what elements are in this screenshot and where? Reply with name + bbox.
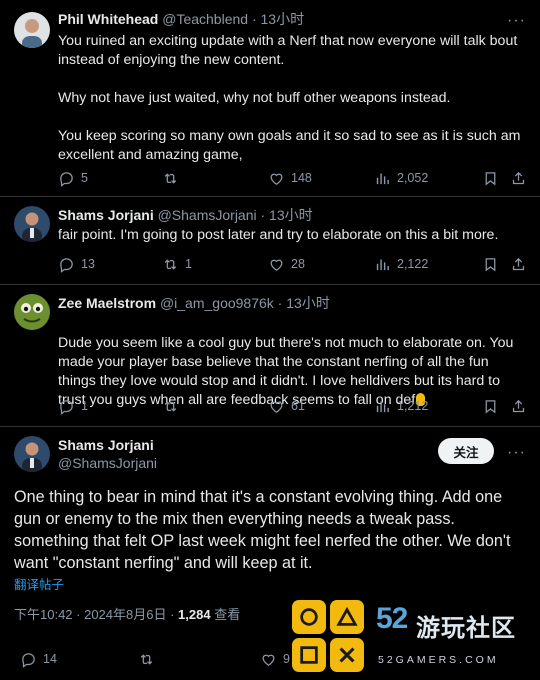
repost-button[interactable]: 1 — [162, 254, 192, 274]
like-button[interactable]: 148 — [268, 168, 312, 188]
more-icon[interactable]: ··· — [507, 13, 526, 29]
avatar[interactable] — [14, 206, 50, 242]
like-count: 9 — [283, 652, 290, 666]
views-label: 查看 — [210, 607, 241, 622]
action-bar: 5 148 2,052 — [58, 168, 528, 188]
reply-count: 5 — [81, 171, 88, 185]
action-bar: 1 61 1,212 — [58, 396, 528, 416]
watermark-cross-icon — [330, 638, 364, 672]
author-name[interactable]: Zee Maelstrom — [58, 295, 156, 311]
bookmark-icon — [485, 171, 496, 185]
avatar[interactable] — [14, 294, 50, 330]
share-icon — [512, 257, 525, 270]
views-button[interactable]: 2,052 — [374, 168, 428, 188]
author-handle-time[interactable]: @ShamsJorjani · 13小时 — [158, 207, 313, 223]
main-action-bar: 14 9 — [14, 649, 314, 669]
reply-button[interactable]: 13 — [58, 254, 95, 274]
repost-button[interactable] — [138, 649, 155, 669]
like-count: 148 — [291, 171, 312, 185]
tweet-text: You ruined an exciting update with a Ner… — [58, 33, 521, 163]
reply-icon — [60, 171, 73, 187]
share-icon — [512, 171, 525, 184]
repost-icon — [140, 653, 153, 665]
bookmark-icon — [485, 257, 496, 271]
main-tweet-text: One thing to bear in mind that it's a co… — [14, 488, 511, 572]
more-icon[interactable]: ··· — [507, 445, 526, 461]
views-icon — [376, 173, 389, 184]
like-button[interactable]: 28 — [268, 254, 305, 274]
share-button[interactable] — [510, 254, 527, 274]
share-button[interactable] — [510, 396, 527, 416]
watermark-square-icon — [292, 638, 326, 672]
reply-count: 13 — [81, 257, 95, 271]
main-author-handle[interactable]: @ShamsJorjani — [58, 454, 157, 472]
timestamp-line: 下午10:42 · 2024年8月6日 · 1,284 查看 — [14, 604, 240, 623]
like-button[interactable]: 9 — [260, 649, 290, 669]
tweet-text: fair point. I'm going to post later and … — [58, 227, 499, 243]
watermark-chinese: 游玩社区 — [416, 615, 516, 642]
views-count: 2,052 — [397, 171, 429, 185]
avatar[interactable] — [14, 12, 50, 48]
like-icon — [270, 401, 283, 413]
reply-icon — [22, 652, 35, 668]
reply-button[interactable]: 1 — [58, 396, 88, 416]
views-button[interactable]: 2,122 — [374, 254, 428, 274]
like-icon — [270, 259, 283, 271]
reply-icon — [60, 399, 73, 415]
bookmark-icon — [485, 399, 496, 413]
repost-count: 1 — [185, 257, 192, 271]
action-bar: 13 1 28 2,122 — [58, 254, 528, 274]
views-icon — [376, 401, 389, 412]
main-avatar[interactable] — [14, 436, 50, 472]
views-count: 1,212 — [397, 399, 429, 413]
author-handle-time[interactable]: @i_am_goo9876k · 13小时 — [160, 295, 330, 311]
reply-count: 1 — [81, 399, 88, 413]
author-handle-time[interactable]: @Teachblend · 13小时 — [162, 11, 304, 27]
author-name[interactable]: Shams Jorjani — [58, 207, 154, 223]
repost-icon — [164, 172, 177, 184]
author-name[interactable]: Phil Whitehead — [58, 11, 158, 27]
bookmark-button[interactable] — [482, 168, 499, 188]
reply-icon — [60, 257, 73, 273]
share-button[interactable] — [510, 168, 527, 188]
like-icon — [270, 173, 283, 185]
repost-button[interactable] — [162, 168, 185, 188]
reply-button[interactable]: 14 — [20, 649, 57, 669]
reply-tweet-shams[interactable]: Shams Jorjani @ShamsJorjani · 13小时 fair … — [0, 196, 540, 284]
reply-count: 14 — [43, 652, 57, 666]
timestamp[interactable]: 下午10:42 · 2024年8月6日 · — [14, 607, 178, 622]
view-count: 1,284 — [178, 607, 211, 622]
reply-tweet-zee[interactable]: Zee Maelstrom @i_am_goo9876k · 13小时 Dude… — [0, 284, 540, 426]
bookmark-button[interactable] — [482, 254, 499, 274]
watermark-circle-icon — [292, 600, 326, 634]
like-count: 61 — [291, 399, 305, 413]
like-count: 28 — [291, 257, 305, 271]
repost-icon — [164, 258, 177, 270]
watermark-triangle-icon — [330, 600, 364, 634]
main-author-name[interactable]: Shams Jorjani — [58, 436, 157, 454]
repost-icon — [164, 400, 177, 412]
repost-button[interactable] — [162, 396, 185, 416]
views-count: 2,122 — [397, 257, 429, 271]
reply-button[interactable]: 5 — [58, 168, 88, 188]
reply-tweet-phil[interactable]: Phil Whitehead @Teachblend · 13小时 ··· Yo… — [0, 0, 540, 196]
like-icon — [262, 654, 275, 666]
watermark-logo: 52 游玩社区 52GAMERS.COM — [292, 598, 540, 680]
follow-button[interactable]: 关注 — [438, 438, 494, 464]
like-button[interactable]: 61 — [268, 396, 305, 416]
views-icon — [376, 259, 389, 270]
watermark-url: 52GAMERS.COM — [378, 654, 499, 666]
bookmark-button[interactable] — [482, 396, 499, 416]
translate-link[interactable]: 翻译帖子 — [14, 574, 64, 593]
share-icon — [512, 399, 525, 412]
watermark-number: 52 — [376, 602, 408, 635]
views-button[interactable]: 1,212 — [374, 396, 428, 416]
